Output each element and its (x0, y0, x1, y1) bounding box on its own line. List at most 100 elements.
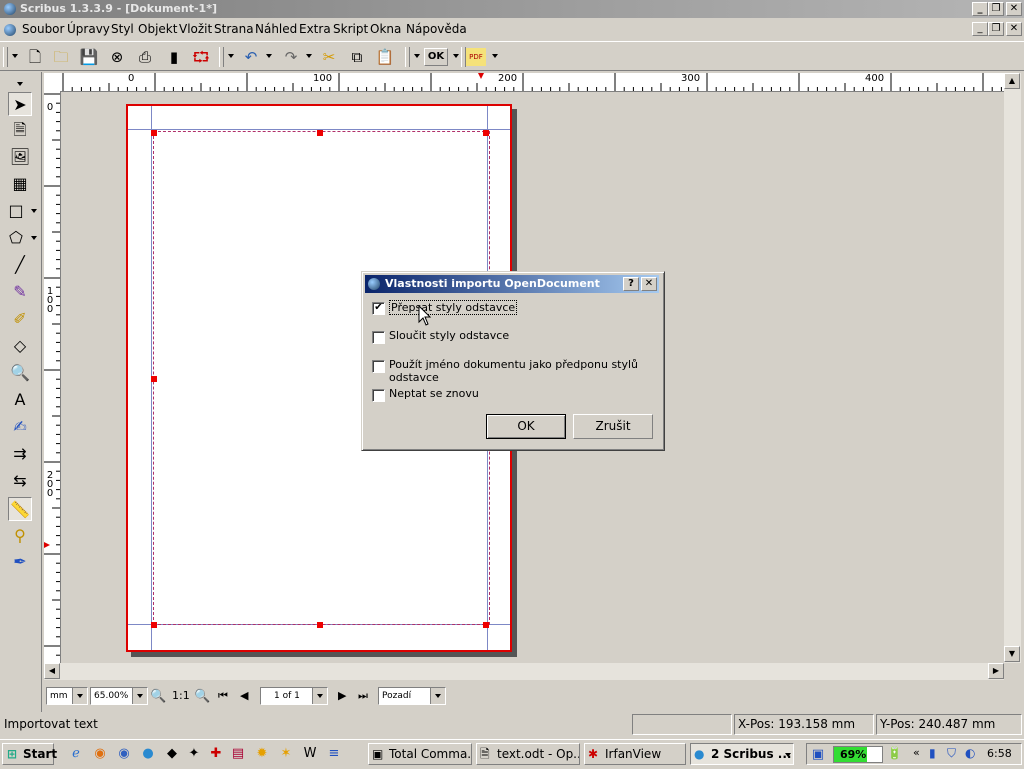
rotate-icon[interactable]: ◇ (8, 334, 32, 358)
close-document-icon[interactable]: ⊗ (106, 46, 128, 68)
scroll-right-button[interactable]: ▶ (988, 663, 1004, 679)
shape-icon[interactable]: □ (4, 199, 28, 223)
doc-minimize-button[interactable]: _ (972, 22, 988, 36)
pdf-dropdown-arrow[interactable] (492, 54, 498, 58)
undo-icon[interactable]: ↶ (240, 46, 262, 68)
polygon-dropdown-arrow[interactable] (31, 236, 37, 240)
app-quicklaunch-icon[interactable]: ✚ (208, 746, 224, 762)
cancel-button[interactable]: Zrušit (573, 414, 653, 439)
edit-text-icon[interactable]: A (8, 388, 32, 412)
doc-restore-button[interactable]: ❐ (988, 22, 1004, 36)
frame-handle[interactable] (151, 622, 157, 628)
doc-close-button[interactable]: ✕ (1006, 22, 1022, 36)
copy-properties-icon[interactable]: ⚲ (8, 524, 32, 548)
prev-page-icon[interactable]: ◀ (240, 689, 248, 702)
ruler-corner[interactable] (44, 73, 60, 91)
app-quicklaunch-icon[interactable]: ✦ (186, 746, 202, 762)
app-quicklaunch-icon[interactable]: ▤ (230, 746, 246, 762)
image-frame-icon[interactable]: 🖼 (8, 145, 32, 169)
start-button[interactable]: ⊞ Start (2, 743, 57, 765)
task-scribus[interactable]: ● 2 Scribus ... (690, 743, 794, 765)
app-quicklaunch-icon[interactable]: ✶ (278, 746, 294, 762)
prefix-styles-checkbox[interactable] (372, 360, 385, 373)
task-irfanview[interactable]: ✱ IrfanView (584, 743, 686, 765)
shape-dropdown-arrow[interactable] (31, 209, 37, 213)
print-icon[interactable]: ⎙ (134, 46, 156, 68)
toolbar-menu-arrow-3[interactable] (414, 54, 420, 58)
menu-styl[interactable]: Styl (111, 22, 134, 36)
word-icon[interactable]: W (302, 746, 318, 762)
new-document-icon[interactable]: 🗋 (24, 46, 46, 68)
toolbar-grip-3[interactable] (405, 47, 410, 67)
close-button[interactable]: ✕ (1006, 2, 1022, 16)
task-openoffice[interactable]: 🗎 text.odt - Op... (476, 743, 580, 765)
layer-select[interactable]: Pozadí (378, 687, 446, 705)
menu-extra[interactable]: Extra (299, 22, 331, 36)
ok-preflight-button[interactable]: OK (424, 48, 448, 66)
app-quicklaunch-icon[interactable]: ≡ (326, 746, 342, 762)
next-page-icon[interactable]: ▶ (338, 689, 346, 702)
page-select[interactable]: 1 of 1 (260, 687, 328, 705)
ie-icon[interactable]: ℯ (68, 746, 84, 762)
frame-handle[interactable] (317, 622, 323, 628)
frame-handle[interactable] (151, 376, 157, 382)
scribus-quicklaunch-icon[interactable]: ● (140, 746, 156, 762)
dialog-titlebar[interactable]: Vlastnosti importu OpenDocument ? ✕ (365, 275, 659, 293)
link-frames-icon[interactable]: ⇉ (8, 442, 32, 466)
menu-okna[interactable]: Okna (370, 22, 401, 36)
last-page-icon[interactable]: ⏭ (358, 689, 368, 703)
first-page-icon[interactable]: ⏮ (218, 689, 228, 703)
thunderbird-icon[interactable]: ◉ (116, 746, 132, 762)
unlink-frames-icon[interactable]: ⇆ (8, 469, 32, 493)
menu-objekt[interactable]: Objekt (138, 22, 177, 36)
menu-vlozit[interactable]: Vložit (179, 22, 212, 36)
merge-styles-checkbox[interactable] (372, 331, 385, 344)
horizontal-scrollbar[interactable]: ◀ ▶ (44, 663, 1004, 680)
zoom-in-icon[interactable]: 🔍 (194, 689, 210, 704)
polygon-icon[interactable]: ⬠ (4, 226, 28, 250)
clock[interactable]: 6:58 (987, 747, 1012, 760)
eyedropper-icon[interactable]: ✒ (8, 550, 32, 574)
task-total-commander[interactable]: ▣ Total Comma... (368, 743, 472, 765)
app-quicklaunch-icon[interactable]: ◆ (164, 746, 180, 762)
menu-skript[interactable]: Skript (333, 22, 368, 36)
pdf-tools-button[interactable]: PDF (466, 48, 486, 66)
scroll-up-button[interactable]: ▲ (1004, 73, 1020, 89)
frame-handle[interactable] (151, 130, 157, 136)
dialog-help-button[interactable]: ? (623, 277, 639, 291)
menu-strana[interactable]: Strana (214, 22, 254, 36)
zoom-out-icon[interactable]: 🔍 (150, 689, 166, 704)
export-pdf-icon[interactable]: ⮔ (190, 46, 212, 68)
menu-soubor[interactable]: Soubor (22, 22, 64, 36)
zoom-ratio[interactable]: 1:1 (172, 689, 190, 702)
measure-icon[interactable]: 📏 (8, 497, 32, 521)
tray-expand-icon[interactable]: « (913, 746, 920, 759)
toolbar-menu-arrow[interactable] (12, 54, 18, 58)
redo-icon[interactable]: ↷ (280, 46, 302, 68)
prefix-styles-label[interactable]: Použít jméno dokumentu jako předponu sty… (389, 358, 664, 384)
palette-menu-arrow[interactable] (17, 82, 23, 86)
dont-ask-label[interactable]: Neptat se znovu (389, 387, 479, 400)
shield-icon[interactable]: ⛉ (947, 746, 956, 761)
redo-dropdown-arrow[interactable] (306, 54, 312, 58)
frame-handle[interactable] (317, 130, 323, 136)
undo-dropdown-arrow[interactable] (266, 54, 272, 58)
text-frame-icon[interactable]: 🗎 (8, 118, 32, 142)
firefox-icon[interactable]: ◉ (92, 746, 108, 762)
minimize-button[interactable]: _ (972, 2, 988, 16)
battery-icon[interactable]: 🔋 (887, 746, 902, 760)
dont-ask-checkbox[interactable] (372, 389, 385, 402)
save-icon[interactable]: 💾 (78, 46, 100, 68)
scroll-down-button[interactable]: ▼ (1004, 646, 1020, 662)
toolbar-grip-2[interactable] (219, 47, 224, 67)
preflight-icon[interactable]: ▮ (163, 46, 185, 68)
paste-icon[interactable]: 📋 (374, 46, 396, 68)
zoom-icon[interactable]: 🔍 (8, 361, 32, 385)
menu-upravy[interactable]: Úpravy (67, 22, 110, 36)
frame-handle[interactable] (483, 622, 489, 628)
cut-icon[interactable]: ✂ (318, 46, 340, 68)
ok-dropdown-arrow[interactable] (453, 54, 459, 58)
zoom-input[interactable]: 65.00% (90, 687, 148, 705)
line-icon[interactable]: ╱ (8, 253, 32, 277)
scroll-left-button[interactable]: ◀ (44, 663, 60, 679)
